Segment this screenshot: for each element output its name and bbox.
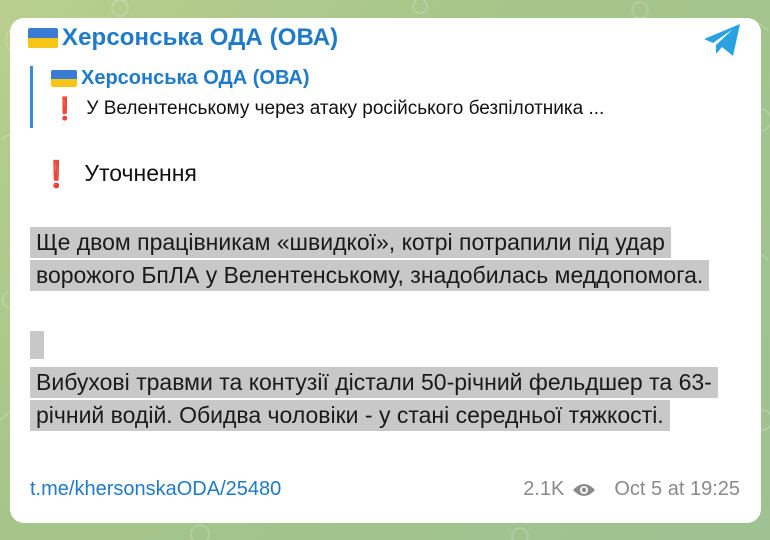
channel-name[interactable]: Херсонська ОДА (ОВА) [62,24,338,52]
eye-icon [573,483,596,496]
message-meta: 2.1K Oct 5 at 19:25 [523,478,740,501]
message-footer: t.me/khersonskaODA/25480 2.1K Oct 5 at 1… [30,478,740,501]
highlighted-text: Ще двом працівникам «швидкої», котрі пот… [30,227,710,291]
ukraine-flag-icon [51,70,77,87]
view-count: 2.1K [523,478,565,500]
highlight-gap [30,331,44,359]
reply-text: У Велентенському через атаку російського… [86,98,605,119]
reply-author: Херсонська ОДА (ОВА) [81,67,310,89]
ukraine-flag-icon [28,28,58,48]
exclamation-icon: ❗ [40,158,73,189]
message-timestamp: Oct 5 at 19:25 [614,478,740,500]
clarification-text: Уточнення [84,160,197,186]
bubble-tail [10,489,24,507]
channel-header[interactable]: Херсонська ОДА (ОВА) [28,24,338,52]
message-paragraph-1: Ще двом працівникам «швидкої», котрі пот… [30,226,730,292]
reply-preview[interactable]: Херсонська ОДА (ОВА) ❗ У Велентенському … [30,66,720,128]
highlighted-text: Вибухові травми та контузії дістали 50-р… [30,367,718,431]
clarification-line: ❗ Уточнення [40,160,197,187]
exclamation-icon: ❗ [51,96,79,121]
message-paragraph-2: Вибухові травми та контузії дістали 50-р… [30,366,730,432]
share-icon[interactable] [702,22,742,58]
post-link[interactable]: t.me/khersonskaODA/25480 [30,478,281,501]
